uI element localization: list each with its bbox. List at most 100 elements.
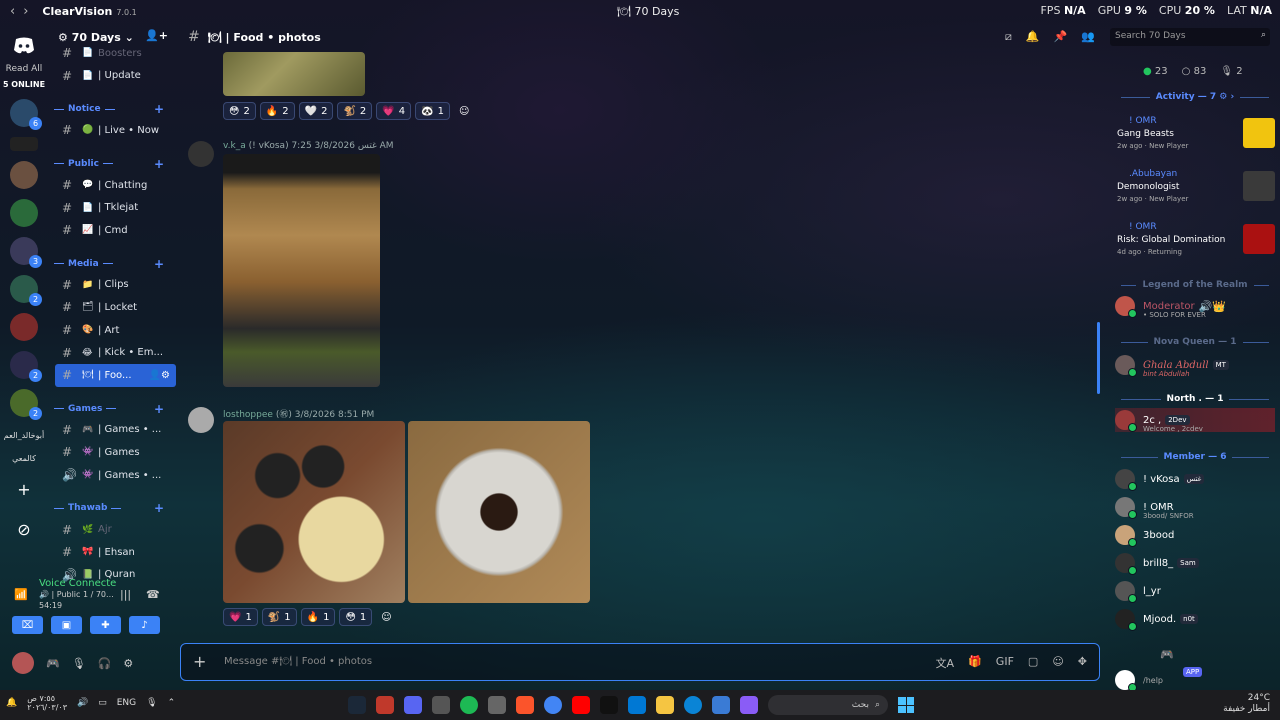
member-row[interactable]: ! OMR 3bood/ SNFOR bbox=[1115, 495, 1275, 520]
explore-icon[interactable]: ⊘ bbox=[10, 515, 38, 543]
server-icon[interactable] bbox=[10, 137, 38, 151]
screen-share-button[interactable]: ▣ bbox=[51, 616, 82, 634]
forward-arrow-icon[interactable]: › bbox=[23, 4, 28, 19]
add-server-icon[interactable]: + bbox=[10, 475, 38, 503]
reaction-pill[interactable]: 🐒 2 bbox=[337, 102, 373, 120]
edge-icon[interactable] bbox=[684, 696, 702, 714]
add-channel-icon[interactable]: + bbox=[154, 501, 164, 515]
channel-item[interactable]: # 🟢 | Live • Now bbox=[50, 119, 176, 142]
server-icon[interactable] bbox=[10, 313, 38, 341]
channel-category[interactable]: Media + bbox=[50, 254, 176, 274]
apps-icon[interactable]: ✥ bbox=[1078, 655, 1087, 671]
server-icon[interactable]: 2 bbox=[10, 351, 42, 382]
server-icon[interactable]: 2 bbox=[10, 389, 42, 420]
reaction-pill[interactable]: 🔥 1 bbox=[300, 608, 336, 626]
discord-taskbar-icon[interactable] bbox=[404, 696, 422, 714]
disconnect-icon[interactable]: ☎ bbox=[146, 588, 160, 601]
channel-item[interactable]: # 💬 | Chatting bbox=[50, 174, 176, 197]
message-author[interactable]: losthoppee bbox=[223, 410, 273, 420]
tiktok-icon[interactable] bbox=[600, 696, 618, 714]
food-photo-shawarma[interactable] bbox=[223, 154, 380, 387]
members-icon[interactable]: 👥 bbox=[1081, 30, 1095, 44]
add-channel-icon[interactable]: + bbox=[154, 102, 164, 116]
member-row[interactable]: Ghala Abdull MT bint Abdullah bbox=[1115, 353, 1275, 378]
add-reaction-icon[interactable]: ☺ bbox=[376, 608, 396, 626]
store-icon[interactable] bbox=[628, 696, 646, 714]
server-icon[interactable] bbox=[10, 161, 38, 189]
chrome-icon[interactable] bbox=[544, 696, 562, 714]
channel-item[interactable]: # 📄 | Update bbox=[50, 65, 176, 88]
member-row[interactable]: ! vKosa غتس bbox=[1115, 467, 1275, 491]
pin-icon[interactable]: 📌 bbox=[1054, 30, 1068, 44]
food-photo-dessert-plate[interactable] bbox=[408, 421, 590, 603]
channel-item[interactable]: # 📄 | Tklejat bbox=[50, 196, 176, 219]
network-icon[interactable]: ▭ bbox=[98, 698, 107, 708]
channel-item[interactable]: # 😂 | Kick • Em... bbox=[50, 341, 176, 364]
channel-item[interactable]: # 📁 | Clips bbox=[50, 274, 176, 297]
chevron-up-icon[interactable]: ⌃ bbox=[168, 698, 176, 708]
food-photo-grape-leaves[interactable] bbox=[223, 52, 365, 96]
channel-category[interactable]: Games + bbox=[50, 399, 176, 419]
channel-item[interactable]: # 👾 | Games bbox=[50, 441, 176, 464]
mic-icon[interactable]: 🎙 bbox=[146, 698, 157, 708]
server-icon[interactable]: 3 bbox=[10, 237, 42, 268]
activity-section-title[interactable]: Activity — 7 ⚙ › bbox=[1115, 90, 1275, 104]
member-row[interactable]: Moderator 🔊👑 • SOLO FOR EVER bbox=[1115, 294, 1275, 319]
settings-gear-icon[interactable]: ⚙ bbox=[123, 657, 133, 670]
reaction-pill[interactable]: 🐼 1 bbox=[415, 102, 450, 120]
message-author[interactable]: v.k_a bbox=[223, 141, 246, 151]
emoji-icon[interactable]: ☺ bbox=[1052, 655, 1063, 671]
search-input[interactable]: Search 70 Days ⌕ bbox=[1110, 28, 1270, 46]
language-indicator[interactable]: ENG bbox=[117, 698, 136, 708]
taskbar-search[interactable]: بحث ⌕ bbox=[768, 695, 888, 715]
activity-card[interactable]: .Abubayan Demonologist 2w ago · New Player bbox=[1117, 169, 1275, 213]
noise-icon[interactable]: ||| bbox=[120, 588, 131, 601]
avatar[interactable] bbox=[12, 652, 34, 674]
server-label[interactable]: كالمعي bbox=[12, 454, 36, 463]
channel-settings-icon[interactable]: 👤⚙ bbox=[149, 370, 170, 381]
youtube-icon[interactable] bbox=[572, 696, 590, 714]
message-input[interactable]: Message #🍽 | Food • photos bbox=[224, 656, 372, 667]
channel-category[interactable]: Notice + bbox=[50, 99, 176, 119]
windows-start-icon[interactable] bbox=[898, 697, 914, 713]
add-channel-icon[interactable]: + bbox=[154, 157, 164, 171]
back-arrow-icon[interactable]: ‹ bbox=[10, 4, 15, 19]
channel-item[interactable]: # 🌿 Ajr bbox=[50, 518, 176, 541]
bell-icon[interactable]: 🔔 bbox=[1026, 30, 1040, 44]
reaction-pill[interactable]: 😳 2 bbox=[223, 102, 256, 120]
microphone-icon[interactable]: 🎙 bbox=[72, 657, 86, 670]
channel-item[interactable]: # 🎮 | Games • ... bbox=[50, 419, 176, 442]
weather-widget[interactable]: 24°C أمطار خفيفة bbox=[1223, 693, 1270, 715]
app-icon[interactable] bbox=[376, 696, 394, 714]
reaction-pill[interactable]: 💗 4 bbox=[376, 102, 412, 120]
steam-icon[interactable] bbox=[348, 696, 366, 714]
channel-item[interactable]: # 📄 Boosters bbox=[50, 42, 176, 65]
voice-channel[interactable]: | Public 1 / 70... bbox=[52, 590, 114, 599]
sticker-icon[interactable]: ▢ bbox=[1028, 655, 1038, 671]
discord-home-icon[interactable] bbox=[9, 30, 39, 60]
reaction-pill[interactable]: 💗 1 bbox=[223, 608, 258, 626]
threads-icon[interactable]: ⧄ bbox=[1005, 30, 1012, 44]
server-icon[interactable]: 2 bbox=[10, 275, 42, 306]
add-reaction-icon[interactable]: ☺ bbox=[454, 102, 474, 120]
avatar[interactable] bbox=[188, 407, 214, 433]
channel-category[interactable]: Public + bbox=[50, 154, 176, 174]
file-explorer-icon[interactable] bbox=[656, 696, 674, 714]
reaction-pill[interactable]: 😳 1 bbox=[339, 608, 373, 626]
mail-icon[interactable] bbox=[712, 696, 730, 714]
clock[interactable]: ٧:٥٥ ص ٢٠٢٦/٠٣/٠٣ bbox=[27, 694, 67, 712]
channel-item[interactable]: # 🗂 | Locket bbox=[50, 296, 176, 319]
read-all-button[interactable]: Read All bbox=[6, 64, 43, 74]
gif-icon[interactable]: GIF bbox=[996, 655, 1014, 671]
add-channel-icon[interactable]: + bbox=[154, 257, 164, 271]
channel-category[interactable]: Thawab + bbox=[50, 498, 176, 518]
reaction-pill[interactable]: 🐒 1 bbox=[261, 608, 297, 626]
brave-icon[interactable] bbox=[516, 696, 534, 714]
server-icon[interactable]: 6 bbox=[10, 99, 42, 130]
member-row[interactable]: 2c , 2Dev Welcome , 2cdev bbox=[1115, 408, 1275, 433]
add-channel-icon[interactable]: + bbox=[154, 402, 164, 416]
notifications-icon[interactable]: 🔔 bbox=[6, 698, 17, 708]
avatar[interactable] bbox=[188, 141, 214, 167]
voice-status[interactable]: Voice Connecte bbox=[39, 578, 116, 589]
member-row[interactable]: 3bood bbox=[1115, 523, 1275, 547]
